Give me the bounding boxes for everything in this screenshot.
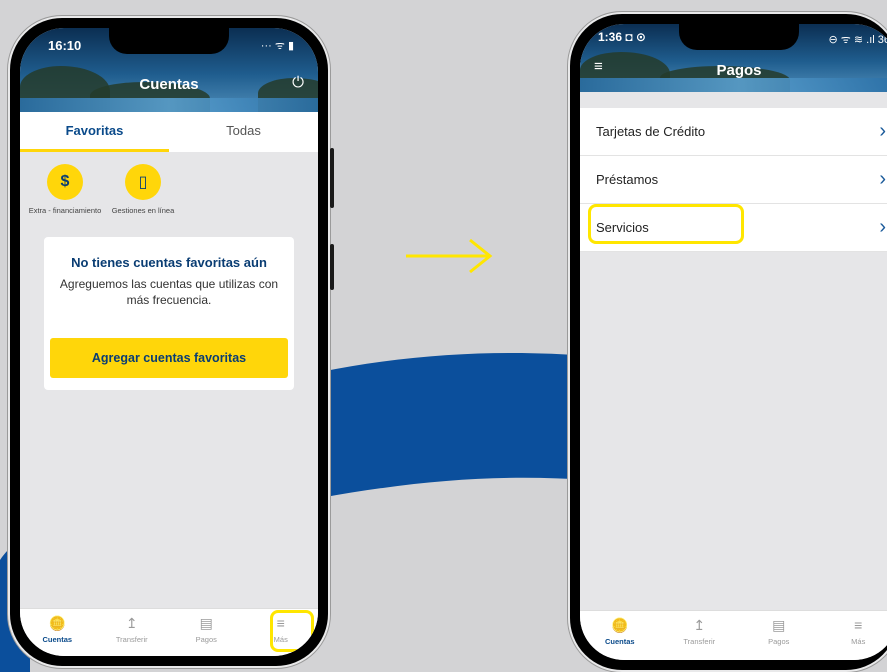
- status-icons: ··· ᯤ ▮: [260, 40, 294, 52]
- power-icon[interactable]: ⏻: [292, 74, 304, 91]
- payments-icon: ▤: [199, 615, 213, 631]
- nav-mas[interactable]: ≡ Más: [819, 611, 887, 660]
- status-icons: ⊖ ᯤ ≋ .ıl 36: [828, 34, 887, 46]
- quick-action-label: Extra - financiamiento: [28, 206, 102, 215]
- right-screen: 1:36 ◘ ⊙ ⊖ ᯤ ≋ .ıl 36 ≡ Pagos ⏻ Tarjetas…: [580, 24, 887, 660]
- money-circle-icon: $: [47, 164, 83, 200]
- right-phone: 1:36 ◘ ⊙ ⊖ ᯤ ≋ .ıl 36 ≡ Pagos ⏻ Tarjetas…: [568, 12, 887, 672]
- nav-cuentas[interactable]: 🪙 Cuentas: [20, 609, 95, 656]
- nav-label: Pagos: [195, 635, 217, 644]
- empty-card-title: No tienes cuentas favoritas aún: [71, 255, 267, 270]
- payments-icon: ▤: [772, 617, 786, 633]
- quick-action-label: Gestiones en línea: [111, 206, 175, 215]
- nav-cuentas[interactable]: 🪙 Cuentas: [580, 611, 660, 660]
- nav-label: Transferir: [115, 635, 148, 644]
- page-title: Cuentas: [139, 76, 199, 93]
- status-time: 16:10: [48, 38, 82, 53]
- chevron-right-icon: ›: [879, 216, 886, 238]
- account-tabs: Favoritas Todas: [20, 112, 318, 152]
- nav-transferir[interactable]: ↥ Transferir: [660, 611, 740, 660]
- nav-transferir[interactable]: ↥ Transferir: [95, 609, 170, 656]
- nav-pagos[interactable]: ▤ Pagos: [169, 609, 244, 656]
- nav-label: Pagos: [768, 637, 790, 646]
- side-button: [330, 244, 334, 290]
- menu-icon: ≡: [854, 617, 863, 633]
- highlight-servicios: [588, 204, 744, 244]
- quick-action-extra-financiamiento[interactable]: $ Extra - financiamiento: [26, 164, 104, 215]
- chevron-right-icon: ›: [879, 120, 886, 142]
- nav-label: Cuentas: [604, 637, 635, 646]
- list-item-prestamos[interactable]: Préstamos ›: [580, 156, 887, 204]
- quick-actions: $ Extra - financiamiento ▯ Gestiones en …: [20, 152, 318, 215]
- status-time: 1:36 ◘ ⊙: [598, 30, 646, 44]
- nav-label: Cuentas: [42, 635, 73, 644]
- chevron-right-icon: ›: [879, 168, 886, 190]
- transfer-icon: ↥: [125, 615, 138, 631]
- coins-icon: 🪙: [611, 617, 629, 633]
- highlight-mas: [270, 610, 314, 652]
- nav-pagos[interactable]: ▤ Pagos: [739, 611, 819, 660]
- quick-action-gestiones-en-linea[interactable]: ▯ Gestiones en línea: [104, 164, 182, 215]
- list-item-label: Préstamos: [596, 172, 659, 187]
- empty-favorites-card: No tienes cuentas favoritas aún Agreguem…: [44, 237, 294, 390]
- nav-label: Más: [851, 637, 866, 646]
- tab-todas[interactable]: Todas: [169, 112, 318, 152]
- page-title: Pagos: [716, 62, 762, 79]
- side-button: [330, 148, 334, 208]
- coins-icon: 🪙: [48, 615, 66, 631]
- empty-card-text: Agreguemos las cuentas que utilizas con …: [59, 277, 279, 307]
- notch: [109, 28, 229, 54]
- add-favorites-button[interactable]: Agregar cuentas favoritas: [50, 338, 288, 378]
- list-item-label: Tarjetas de Crédito: [596, 124, 706, 139]
- transfer-icon: ↥: [693, 617, 706, 633]
- arrow-right-icon: [406, 238, 493, 274]
- left-screen: 16:10 ··· ᯤ ▮ Cuentas ⏻ Favoritas Todas …: [20, 28, 318, 656]
- tab-favoritas[interactable]: Favoritas: [20, 112, 169, 152]
- bottom-nav: 🪙 Cuentas ↥ Transferir ▤ Pagos ≡ Más: [580, 610, 887, 660]
- left-phone: 16:10 ··· ᯤ ▮ Cuentas ⏻ Favoritas Todas …: [8, 16, 334, 668]
- phone-wave-icon: ▯: [125, 164, 161, 200]
- list-item-tarjetas[interactable]: Tarjetas de Crédito ›: [580, 108, 887, 156]
- nav-label: Transferir: [683, 637, 716, 646]
- notch: [679, 24, 799, 50]
